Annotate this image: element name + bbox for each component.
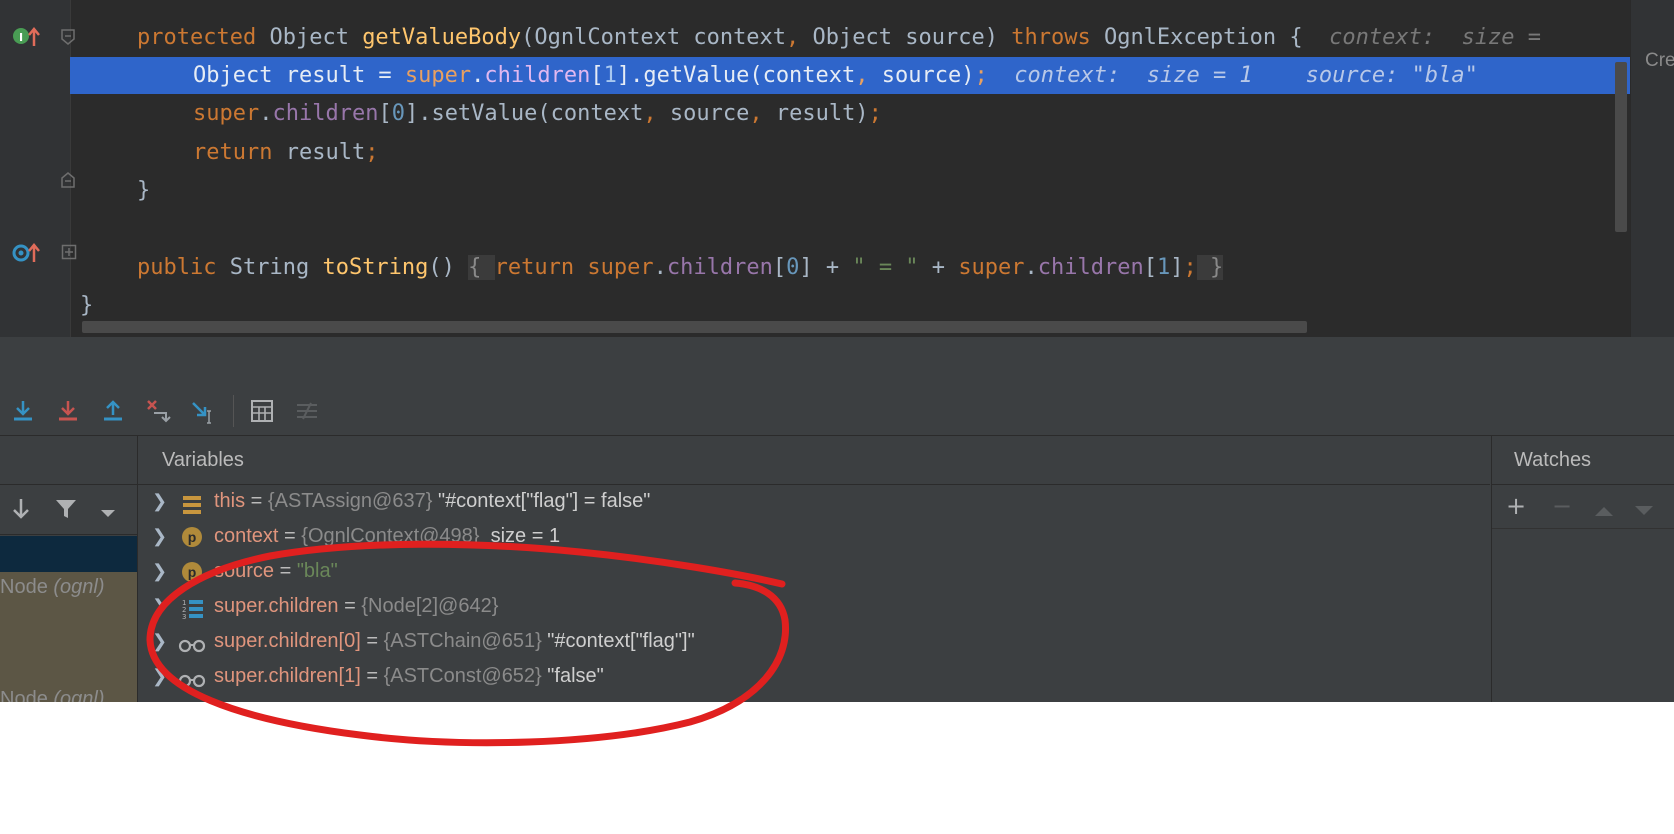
watch-glasses-icon: [178, 667, 206, 688]
overrides-method-icon[interactable]: [12, 240, 44, 270]
chevron-right-icon[interactable]: ❯: [152, 659, 167, 694]
fold-end-icon[interactable]: [60, 171, 76, 193]
folded-region-open[interactable]: {: [468, 255, 495, 280]
right-edge-label: Cre: [1645, 50, 1674, 71]
filter-icon[interactable]: [54, 497, 78, 525]
method-name: toString: [322, 255, 429, 280]
code-editor[interactable]: I protected Object getValueBody(OgnlCont…: [0, 0, 1674, 337]
right-tool-strip[interactable]: Cre: [1630, 0, 1674, 337]
editor-horizontal-scrollbar[interactable]: [82, 321, 1307, 333]
drop-frame-icon[interactable]: [144, 397, 172, 425]
debug-tool-window: Node (ognl) Node (ognl) Variables ❯ this…: [0, 337, 1674, 702]
frames-header: [0, 436, 137, 485]
frames-panel: Node (ognl) Node (ognl): [0, 436, 138, 702]
variable-row[interactable]: ❯ super.children[0] = {ASTChain@651} "#c…: [138, 624, 1490, 659]
inline-debug-hint: context: size =: [1329, 25, 1542, 50]
gutter-divider: [70, 0, 71, 337]
frame-item[interactable]: Node (ognl): [0, 576, 105, 599]
watch-glasses-icon: [178, 632, 206, 653]
chevron-down-icon[interactable]: [100, 504, 116, 523]
inline-debug-hint: context: size = 1: [1014, 63, 1253, 88]
code-line-return[interactable]: return result;: [193, 135, 378, 171]
variable-row[interactable]: ❯ this = {ASTAssign@637} "#context["flag…: [138, 484, 1490, 519]
chevron-right-icon[interactable]: ❯: [152, 484, 167, 519]
array-icon: 123: [182, 597, 203, 621]
remove-watch-icon[interactable]: −: [1552, 492, 1572, 520]
chevron-right-icon[interactable]: ❯: [152, 519, 167, 554]
add-watch-icon[interactable]: +: [1506, 492, 1526, 520]
code-line-class-close-brace[interactable]: }: [80, 288, 93, 324]
folded-region-close[interactable]: }: [1196, 255, 1224, 280]
step-out-icon[interactable]: [99, 397, 127, 425]
variables-panel: Variables ❯ this = {ASTAssign@637} "#con…: [138, 436, 1490, 702]
editor-vertical-scrollbar[interactable]: [1615, 62, 1627, 232]
watches-panel: Watches + −: [1491, 436, 1674, 702]
param-icon: p: [182, 562, 202, 582]
down-arrow-icon[interactable]: [10, 497, 32, 525]
watches-header: Watches: [1492, 436, 1674, 485]
param-icon: p: [182, 527, 202, 547]
evaluate-expression-icon[interactable]: [248, 397, 276, 425]
code-line-setvalue[interactable]: super.children[0].setValue(context, sour…: [193, 96, 882, 132]
move-down-icon[interactable]: [1634, 502, 1654, 521]
move-up-icon[interactable]: [1594, 502, 1614, 521]
debug-header-bar: [0, 337, 1674, 386]
step-over-icon[interactable]: [9, 397, 37, 425]
keyword: protected: [137, 25, 257, 50]
code-line-close-brace[interactable]: }: [137, 173, 150, 209]
frames-toolbar: [0, 484, 137, 535]
variable-row[interactable]: ❯ p source = "bla": [138, 554, 1490, 589]
variables-header: Variables: [138, 436, 1490, 485]
frame-item[interactable]: Node (ognl): [0, 688, 105, 702]
variable-row[interactable]: ❯ 123 super.children = {Node[2]@642}: [138, 589, 1490, 624]
method-name: getValueBody: [362, 25, 522, 50]
svg-text:I: I: [19, 31, 23, 44]
chevron-right-icon[interactable]: ❯: [152, 589, 167, 624]
fold-start-icon[interactable]: [60, 28, 76, 50]
variable-row[interactable]: ❯ super.children[1] = {ASTConst@652} "fa…: [138, 659, 1490, 694]
watches-title: Watches: [1514, 449, 1592, 471]
code-line-current-execution[interactable]: Object result = super.children[1].getVal…: [193, 58, 1478, 94]
fold-expand-icon[interactable]: [61, 244, 77, 264]
debug-toolbar: [0, 385, 1674, 436]
selected-frame[interactable]: [0, 536, 137, 572]
field-icon: [182, 492, 202, 514]
implementing-method-icon[interactable]: I: [12, 24, 44, 54]
step-into-icon[interactable]: [54, 397, 82, 425]
code-line-method-signature[interactable]: protected Object getValueBody(OgnlContex…: [137, 20, 1541, 56]
svg-text:3: 3: [182, 613, 186, 620]
variables-title: Variables: [162, 449, 244, 471]
toolbar-separator: [233, 395, 234, 427]
chevron-right-icon[interactable]: ❯: [152, 624, 167, 659]
inline-debug-hint: source: "bla": [1305, 63, 1478, 88]
variable-row[interactable]: ❯ p context = {OgnlContext@498} size = 1: [138, 519, 1490, 554]
code-line-tostring[interactable]: public String toString() { return super.…: [137, 250, 1224, 286]
chevron-right-icon[interactable]: ❯: [152, 554, 167, 589]
keyword: throws: [1011, 25, 1091, 50]
trace-stream-icon[interactable]: [293, 397, 321, 425]
watches-toolbar: + −: [1492, 484, 1674, 529]
run-to-cursor-icon[interactable]: [189, 397, 217, 425]
